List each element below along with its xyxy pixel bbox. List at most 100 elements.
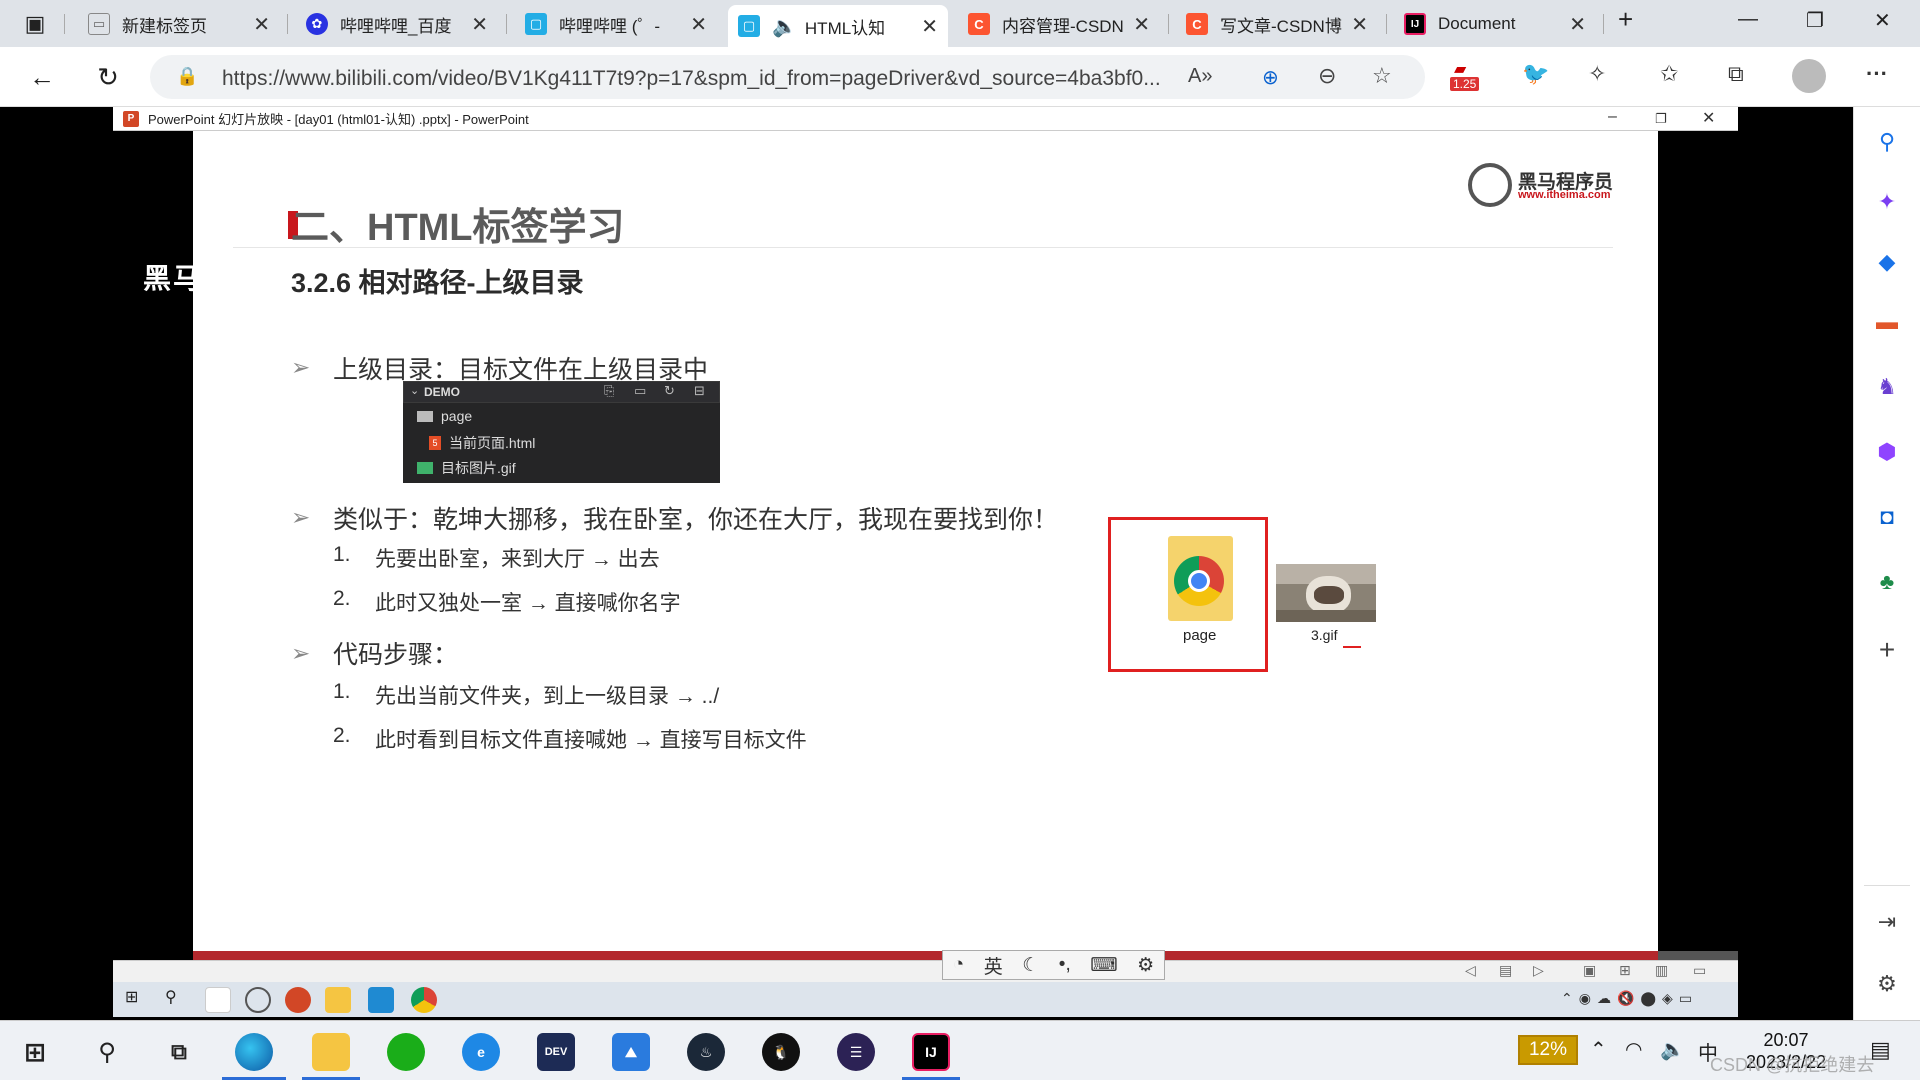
explorer-header: ⌄ DEMO ⎘ ▭ ↻ ⊟	[403, 381, 720, 403]
wifi-icon[interactable]: ◠	[1625, 1037, 1642, 1062]
powerpoint-icon[interactable]	[285, 987, 311, 1013]
ie-icon[interactable]: e	[462, 1033, 500, 1071]
speaker-icon[interactable]: 🔈	[772, 14, 797, 39]
new-tab-plus-icon[interactable]: +	[1618, 4, 1633, 35]
ppt-restore-icon[interactable]: ❐	[1655, 111, 1667, 127]
close-icon[interactable]: ✕	[921, 14, 938, 39]
ppt-title-bar: P PowerPoint 幻灯片放映 - [day01 (html01-认知) …	[113, 107, 1738, 131]
moon-icon[interactable]: ☾	[1022, 954, 1039, 977]
read-aloud-icon[interactable]: A»	[1188, 65, 1212, 88]
collections-icon[interactable]: ⧉	[1728, 61, 1744, 87]
step-number: 1.	[333, 543, 351, 566]
step-text: 先要出卧室，来到大厅 → 出去	[375, 548, 660, 571]
tab-html-video[interactable]: ▢ 🔈 HTML认知 ✕	[728, 5, 948, 47]
ppt-minimize-icon[interactable]: –	[1608, 108, 1617, 126]
tab-baidu[interactable]: ✿ 哔哩哔哩_百度 ✕	[296, 6, 498, 42]
notes-icon[interactable]: ▤	[1499, 962, 1512, 979]
minimize-icon[interactable]: —	[1738, 8, 1758, 31]
reading-view-icon[interactable]: ▥	[1655, 962, 1668, 979]
csdn-icon: C	[968, 13, 990, 35]
tab-actions-icon[interactable]: ▣	[17, 6, 53, 42]
zoom-out-icon[interactable]: ⊖	[1318, 63, 1336, 89]
obs-icon[interactable]	[245, 987, 271, 1013]
task-view-icon[interactable]: ⧉	[160, 1033, 198, 1071]
games-icon[interactable]: ♞	[1872, 372, 1902, 402]
chrome-icon[interactable]	[411, 987, 437, 1013]
search-icon[interactable]: ⚲	[88, 1033, 126, 1071]
window-close-icon[interactable]: ✕	[1874, 8, 1891, 33]
tab-csdn-write[interactable]: C 写文章-CSDN博 ✕	[1176, 6, 1378, 42]
windows-start-icon[interactable]: ⊞	[16, 1033, 54, 1071]
close-icon[interactable]: ✕	[253, 12, 270, 37]
devcpp-icon[interactable]: DEV	[537, 1033, 575, 1071]
search-icon[interactable]: ⚲	[1872, 127, 1902, 157]
edge-icon[interactable]	[235, 1033, 273, 1071]
add-sidebar-icon[interactable]: +	[1872, 634, 1902, 665]
microsoft365-icon[interactable]: ⬢	[1872, 437, 1902, 467]
tab-csdn-manage[interactable]: C 内容管理-CSDN ✕	[958, 6, 1160, 42]
csdn-watermark: CSDN @抗拒绝建去	[1710, 1055, 1875, 1075]
chrome-icon	[1174, 556, 1224, 606]
normal-view-icon[interactable]: ▣	[1583, 962, 1596, 979]
battery-indicator[interactable]: 12%	[1518, 1035, 1578, 1065]
next-slide-icon[interactable]: ▷	[1533, 962, 1544, 979]
favorites-icon[interactable]: ✩	[1660, 61, 1678, 87]
tab-new-tab[interactable]: ▭ 新建标签页 ✕	[78, 6, 280, 42]
eclipse-icon[interactable]: ☰	[837, 1033, 875, 1071]
search-icon[interactable]: ⚲	[165, 987, 191, 1013]
picture-app-icon[interactable]: ⛰	[612, 1033, 650, 1071]
settings-gear-icon[interactable]: ⚙	[1872, 969, 1902, 999]
cat-gif-thumbnail	[1276, 564, 1376, 622]
extension-badge[interactable]: ▰ 1.25	[1450, 59, 1490, 93]
file-explorer-icon[interactable]	[325, 987, 351, 1013]
step-number: 1.	[333, 680, 351, 703]
settings-gear-icon[interactable]: ⚙	[1137, 954, 1154, 977]
back-arrow-icon[interactable]: ←	[24, 59, 60, 95]
punctuation-icon[interactable]: •,	[1059, 954, 1071, 976]
ppt-status-bar: ◁ ▤ ▷ ▣ ⊞ ▥ ▭	[113, 960, 1738, 982]
address-bar[interactable]: 🔒 https://www.bilibili.com/video/BV1Kg41…	[150, 55, 1425, 99]
notification-icon[interactable]: ▤	[1870, 1037, 1891, 1063]
restore-icon[interactable]: ❐	[1806, 8, 1824, 33]
vscode-icon[interactable]	[368, 987, 394, 1013]
extensions-puzzle-icon[interactable]: ✧	[1588, 61, 1606, 87]
close-icon[interactable]: ✕	[690, 12, 707, 37]
intellij-icon[interactable]: IJ	[912, 1033, 950, 1071]
file-explorer-icon[interactable]	[312, 1033, 350, 1071]
steam-icon[interactable]: ♨	[687, 1033, 725, 1071]
hide-sidebar-icon[interactable]: ⇥	[1872, 907, 1902, 937]
more-menu-icon[interactable]: ···	[1866, 61, 1888, 87]
close-icon[interactable]: ✕	[1569, 12, 1586, 37]
refresh-icon[interactable]: ↻	[90, 59, 126, 95]
bullet-text: 代码步骤：	[333, 641, 459, 669]
chevron-up-icon[interactable]: ⌃	[1590, 1037, 1607, 1062]
edge-sidebar: ⚲ ✦ ◆ ▬ ♞ ⬢ ◘ ♣ + ⇥ ⚙	[1853, 107, 1920, 1020]
tools-icon[interactable]: ▬	[1872, 307, 1902, 337]
windows-start-icon[interactable]: ⊞	[125, 987, 151, 1013]
ppt-close-icon[interactable]: ✕	[1702, 108, 1715, 128]
outlook-icon[interactable]: ◘	[1872, 502, 1902, 532]
volume-icon[interactable]: 🔈	[1660, 1037, 1685, 1062]
ime-logo-icon[interactable]: ◔	[953, 954, 964, 976]
powerpoint-icon: P	[123, 111, 139, 127]
qq-icon[interactable]: 🐧	[762, 1033, 800, 1071]
tab-bilibili-home[interactable]: ▢ 哔哩哔哩 (゜- ✕	[515, 6, 717, 42]
close-icon[interactable]: ✕	[1133, 12, 1150, 37]
slideshow-view-icon[interactable]: ▭	[1693, 962, 1706, 979]
favorite-add-icon[interactable]: ☆	[1372, 63, 1392, 89]
close-icon[interactable]: ✕	[1351, 12, 1368, 37]
prev-slide-icon[interactable]: ◁	[1465, 962, 1476, 979]
wechat-icon[interactable]	[387, 1033, 425, 1071]
shopping-tag-icon[interactable]: ◆	[1872, 247, 1902, 277]
add-profile-icon[interactable]: ⊕	[1262, 65, 1279, 90]
sorter-view-icon[interactable]: ⊞	[1619, 962, 1631, 979]
file-icon[interactable]	[205, 987, 231, 1013]
copilot-sparkle-icon[interactable]: ✦	[1872, 187, 1902, 217]
tab-document[interactable]: IJ Document ✕	[1394, 6, 1596, 42]
bird-extension-icon[interactable]: 🐦	[1522, 61, 1549, 87]
url-text[interactable]: https://www.bilibili.com/video/BV1Kg411T…	[222, 67, 1322, 91]
profile-avatar[interactable]	[1792, 59, 1826, 93]
drop-tree-icon[interactable]: ♣	[1872, 567, 1902, 597]
close-icon[interactable]: ✕	[471, 12, 488, 37]
keyboard-icon[interactable]: ⌨	[1090, 954, 1117, 977]
